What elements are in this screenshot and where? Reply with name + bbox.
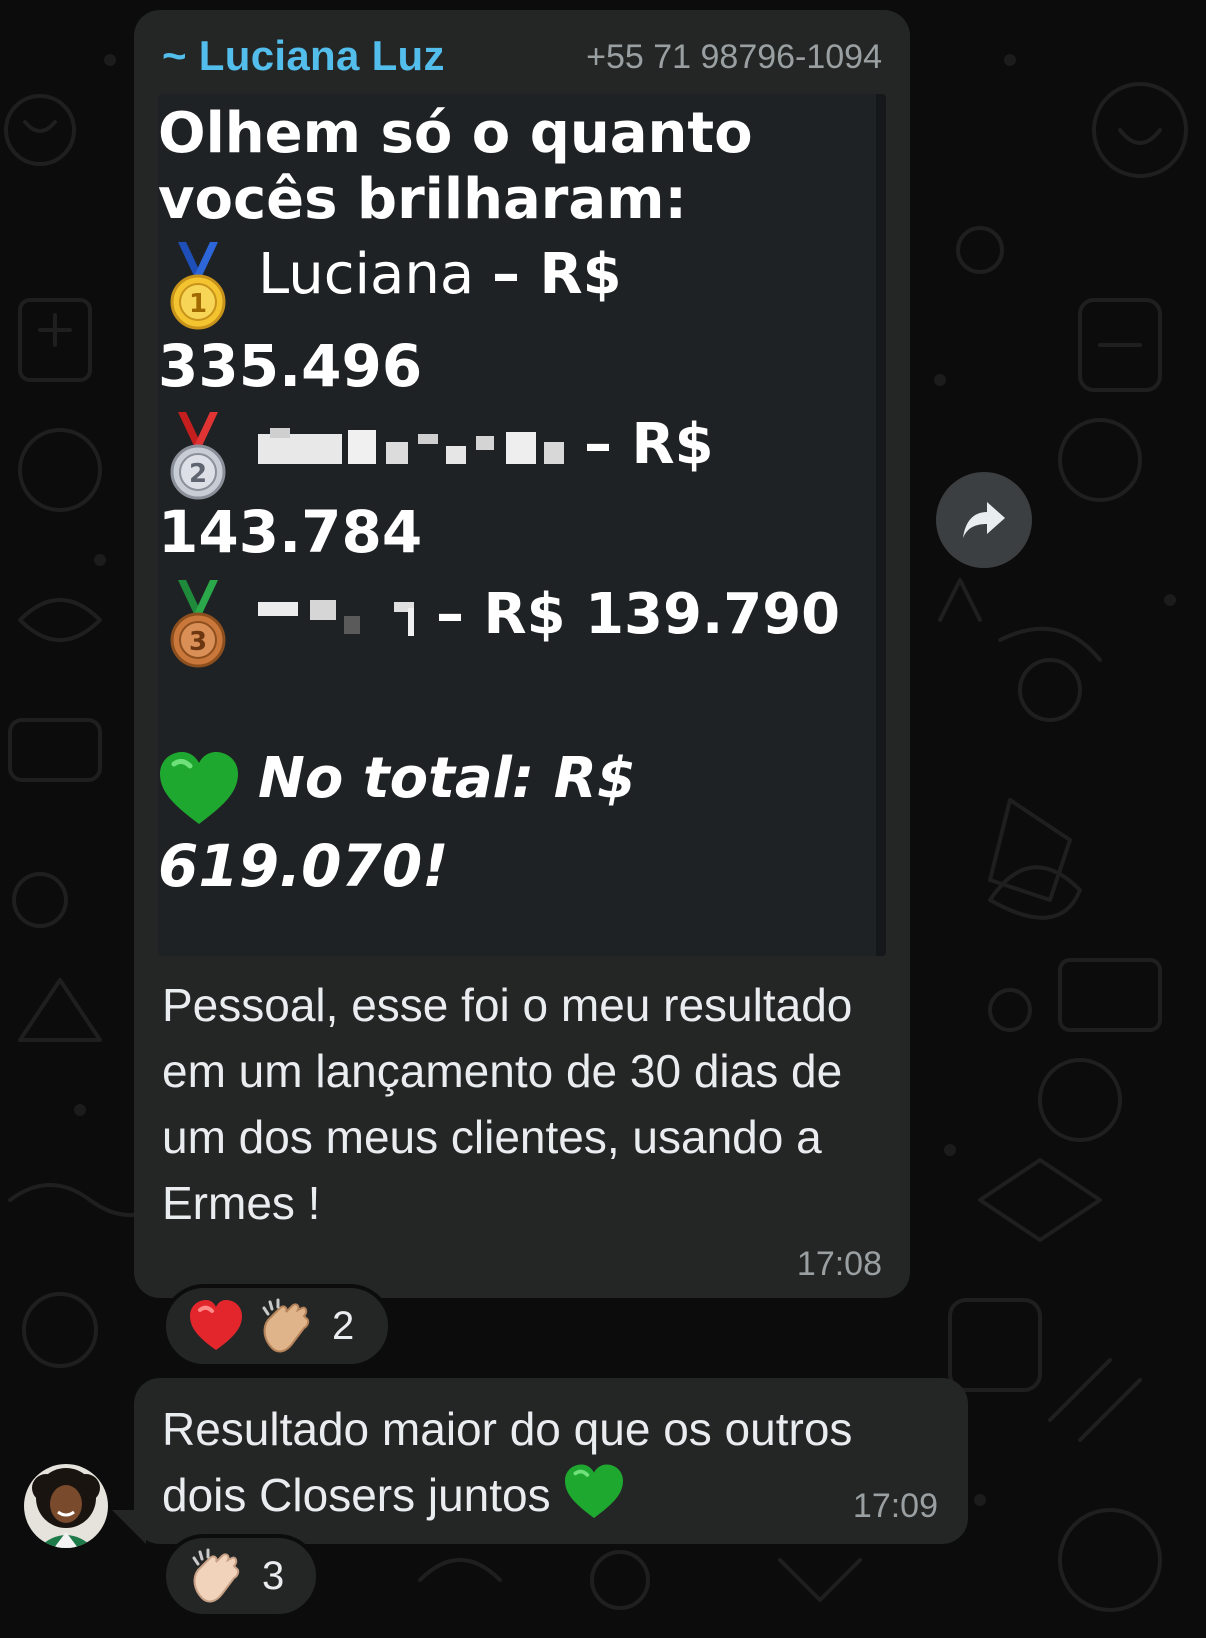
sender-name[interactable]: ~ Luciana Luz bbox=[162, 32, 445, 80]
message-caption: Pessoal, esse foi o meu resultado em um … bbox=[162, 979, 853, 1229]
avatar-image bbox=[24, 1464, 108, 1548]
image-edge bbox=[876, 94, 886, 956]
reaction-count: 3 bbox=[262, 1553, 285, 1598]
reactions-pill[interactable]: 2 bbox=[162, 1284, 392, 1368]
svg-text:2: 2 bbox=[189, 459, 207, 489]
message-text: Resultado maior do que os outros dois Cl… bbox=[162, 1403, 853, 1521]
rank-1-currency: – R$ bbox=[492, 242, 622, 307]
green-heart-icon bbox=[160, 752, 238, 824]
red-heart-icon bbox=[190, 1300, 242, 1350]
first-place-medal-icon: 1 bbox=[170, 242, 226, 330]
results-title-line-2: vocês brilharam: bbox=[158, 167, 687, 232]
svg-text:1: 1 bbox=[189, 289, 207, 319]
message-bubble[interactable]: ~ Luciana Luz +55 71 98796-1094 Olhem só… bbox=[134, 10, 910, 1298]
message-timestamp: 17:08 bbox=[796, 1245, 882, 1283]
results-image[interactable]: Olhem só o quanto vocês brilharam: 1 Luc… bbox=[158, 94, 886, 956]
results-title-line-1: Olhem só o quanto bbox=[158, 101, 753, 166]
total-label: No total: R$ bbox=[258, 746, 636, 811]
reaction-count: 2 bbox=[332, 1303, 355, 1348]
rank-1-entry: Luciana – R$ bbox=[258, 242, 622, 307]
second-place-medal-icon: 2 bbox=[170, 412, 226, 500]
message-timestamp: 17:09 bbox=[852, 1487, 938, 1525]
clapping-hands-icon bbox=[192, 1548, 240, 1603]
total-amount: 619.070! bbox=[158, 832, 449, 900]
green-heart-icon bbox=[564, 1464, 623, 1519]
message-text-block: Resultado maior do que os outros dois Cl… bbox=[162, 1396, 922, 1528]
forward-arrow-icon bbox=[963, 502, 1005, 538]
avatar[interactable] bbox=[24, 1464, 108, 1548]
message-bubble[interactable]: Resultado maior do que os outros dois Cl… bbox=[134, 1378, 968, 1544]
rank-3-amount: – R$ 139.790 bbox=[436, 582, 841, 647]
forward-button[interactable] bbox=[936, 472, 1032, 568]
rank-2-amount: 143.784 bbox=[158, 498, 423, 566]
redacted-name bbox=[258, 599, 414, 636]
third-place-medal-icon: 3 bbox=[170, 580, 226, 668]
reactions-pill[interactable]: 3 bbox=[162, 1534, 320, 1618]
clapping-hands-icon bbox=[262, 1298, 310, 1353]
rank-2-currency: – R$ bbox=[584, 412, 714, 477]
chat-area: ~ Luciana Luz +55 71 98796-1094 Olhem só… bbox=[0, 0, 1206, 1638]
rank-3-entry: – R$ 139.790 bbox=[258, 582, 840, 647]
rank-1-amount: 335.496 bbox=[158, 332, 423, 400]
redacted-name bbox=[258, 427, 564, 464]
svg-text:3: 3 bbox=[189, 627, 207, 657]
sender-header: ~ Luciana Luz +55 71 98796-1094 bbox=[162, 32, 882, 82]
sender-phone[interactable]: +55 71 98796-1094 bbox=[586, 38, 882, 77]
rank-1-name: Luciana bbox=[258, 242, 475, 307]
rank-2-entry: – R$ bbox=[258, 412, 714, 477]
